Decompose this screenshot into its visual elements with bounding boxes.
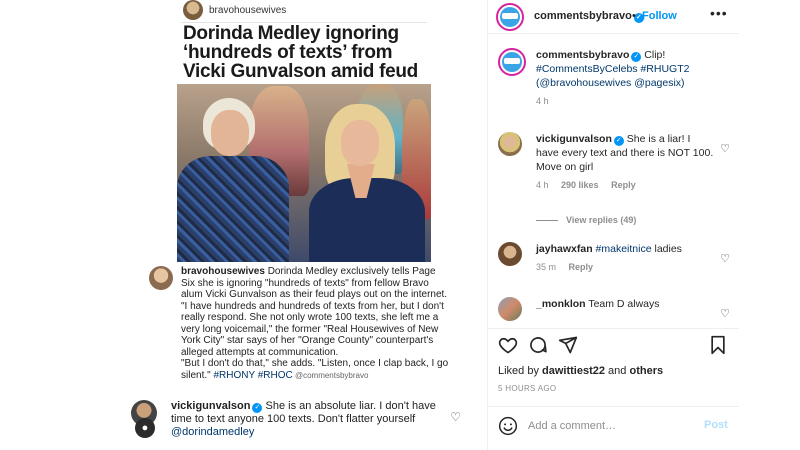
comment-time: 35 m [536,262,557,272]
caption-username: bravohousewives [181,266,265,277]
comment-username[interactable]: _monklon [536,298,586,310]
profile-icon: ● [135,418,155,438]
article-photo [177,84,431,262]
source-handle: bravohousewives [209,4,287,16]
source-avatar [183,0,203,20]
author-username[interactable]: commentsbybravo ✓ [534,10,644,23]
verified-icon: ✓ [613,136,624,146]
comment-username[interactable]: vickigunvalson [536,133,612,145]
caption-tags: #RHONY #RHOC [213,369,293,381]
avatar[interactable] [498,132,522,156]
photo-figure [177,98,292,262]
comment-time: 4 h [536,180,549,190]
emoji-icon[interactable] [498,416,518,436]
view-replies-button[interactable]: View replies (49) [536,215,636,225]
post-image: bravohousewives Dorinda Medley ignoring … [123,0,487,450]
comment-tags[interactable]: #CommentsByCelebs #RHUGT2 (@bravohousewi… [536,63,689,89]
post-header: commentsbybravo ✓ • Follow ••• [488,0,739,34]
comment-input[interactable] [528,417,688,435]
photo-figure [305,104,425,262]
add-comment-bar: Post [488,406,739,444]
comment-time: 4 h [536,96,549,106]
source-header: bravohousewives [183,0,286,20]
comment-mention: @dorindamedley [171,426,255,438]
caption-avatar [149,266,173,290]
comments-list[interactable]: commentsbybravo ✓ Clip! #CommentsByCelebs… [488,34,739,328]
post-actions: Liked by dawittiest22 and others 5 HOURS… [488,328,739,406]
comment-text: Clip! [641,49,666,61]
heart-icon[interactable]: ♡ [720,252,730,265]
avatar[interactable] [498,48,526,76]
bookmark-icon[interactable] [708,335,728,355]
caption-quote: "I have hundreds and hundreds of texts f… [181,300,444,358]
comment-tags[interactable]: #makeitnice [593,243,652,255]
post-side-panel: commentsbybravo ✓ • Follow ••• commentsby… [487,0,739,450]
post-timestamp[interactable]: 5 HOURS AGO [498,384,556,393]
embedded-caption: bravohousewives Dorinda Medley exclusive… [149,266,449,381]
likes-summary[interactable]: Liked by dawittiest22 and others [498,365,663,377]
comment-text: Team D always [585,298,660,310]
separator-dot: • [632,10,636,22]
heart-icon[interactable]: ♡ [720,307,730,320]
heart-icon: ♡ [450,410,461,424]
post-comment-button[interactable]: Post [704,419,728,431]
comment-username[interactable]: jayhawxfan [536,243,593,255]
liked-by-user[interactable]: dawittiest22 [542,365,605,377]
comment-username[interactable]: commentsbybravo [536,49,629,61]
verified-icon: ✓ [631,52,642,62]
reply-button[interactable]: Reply [569,262,594,272]
author-avatar[interactable] [496,3,524,31]
avatar[interactable] [498,297,522,321]
comment-likes[interactable]: 290 likes [561,180,599,190]
article-headline: Dorinda Medley ignoring ‘hundreds of tex… [183,23,418,82]
comment-text: ladies [651,243,682,255]
verified-icon: ✓ [252,403,263,413]
more-options-icon[interactable]: ••• [710,5,728,21]
list-item: jayhawxfan #makeitnice ladies 35 m Reply… [498,242,734,272]
avatar[interactable] [498,242,522,266]
follow-button[interactable]: Follow [642,10,677,22]
list-item: _monklon Team D always ♡ [498,297,734,321]
share-icon[interactable] [558,335,578,355]
caption-credit: @commentsbybravo [292,370,369,380]
like-heart-icon[interactable] [498,335,518,355]
comment-bubble-icon[interactable] [528,335,548,355]
heart-icon[interactable]: ♡ [720,142,730,155]
list-item: vickigunvalson ✓ She is a liar! I have ev… [498,132,734,190]
reply-button[interactable]: Reply [611,180,636,190]
comment-username: vickigunvalson [171,400,251,412]
embedded-comment: ● vickigunvalson ✓ She is an absolute lia… [131,400,471,439]
list-item: commentsbybravo ✓ Clip! #CommentsByCelebs… [498,48,734,106]
liked-by-others[interactable]: others [629,365,663,377]
